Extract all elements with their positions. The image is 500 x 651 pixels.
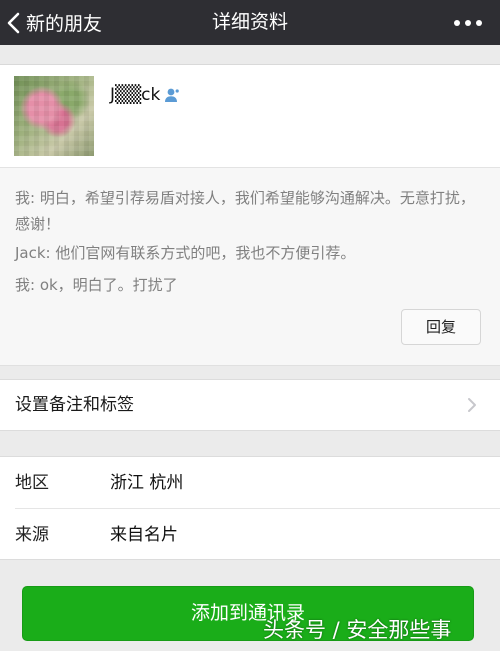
name-row: J▒▒ck [110,85,180,105]
more-dots-icon [465,19,471,26]
info-group: 地区 浙江 杭州 来源 来自名片 [0,456,500,560]
avatar[interactable] [14,76,94,156]
reply-button[interactable]: 回复 [401,309,481,345]
remark-tag-label: 设置备注和标签 [15,395,134,415]
source-label: 来源 [15,525,49,545]
message-line: 我: 明白，希望引荐易盾对接人，我们希望能够沟通解决。无意打扰，感谢！ [15,189,475,233]
chevron-left-icon [7,12,20,33]
message-line: 我: ok，明白了。打扰了 [15,276,178,294]
region-row: 地区 浙江 杭州 [0,457,500,509]
more-dots-icon [454,19,460,26]
source-row: 来源 来自名片 [0,509,500,561]
add-to-contacts-button[interactable]: 添加到通讯录 [22,586,474,641]
nickname: J▒▒ck [110,85,161,105]
more-button[interactable] [448,0,488,45]
set-remark-and-tags-cell[interactable]: 设置备注和标签 [0,379,500,431]
more-dots-icon [476,19,482,26]
back-label: 新的朋友 [26,13,103,35]
contact-person-icon [165,88,180,102]
profile-card: J▒▒ck [0,64,500,168]
source-value: 来自名片 [110,525,178,545]
region-value: 浙江 杭州 [110,473,184,493]
message-line: Jack: 他们官网有联系方式的吧，我也不方便引荐。 [15,244,356,262]
back-button[interactable]: 新的朋友 [6,0,102,45]
region-label: 地区 [15,473,49,493]
navigation-bar: 新的朋友 详细资料 [0,0,500,45]
verification-messages: 我: 明白，希望引荐易盾对接人，我们希望能够沟通解决。无意打扰，感谢！ Jack… [0,168,500,366]
chevron-right-icon [468,398,476,412]
